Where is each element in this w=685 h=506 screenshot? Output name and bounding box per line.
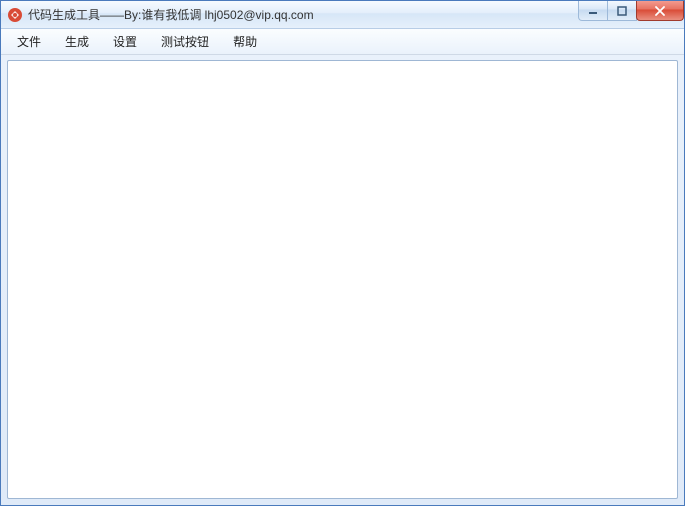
minimize-button[interactable] [578,1,608,21]
window-title: 代码生成工具——By:谁有我低调 lhj0502@vip.qq.com [28,6,314,23]
client-area [1,55,684,505]
close-icon [654,6,666,16]
app-icon [7,7,23,23]
menu-generate[interactable]: 生成 [53,29,101,54]
close-button[interactable] [636,1,684,21]
app-window: 代码生成工具——By:谁有我低调 lhj0502@vip.qq.com 文件 生… [0,0,685,506]
window-controls [579,1,684,21]
menu-settings[interactable]: 设置 [101,29,149,54]
maximize-icon [617,6,627,16]
minimize-icon [588,6,598,16]
titlebar[interactable]: 代码生成工具——By:谁有我低调 lhj0502@vip.qq.com [1,1,684,29]
menu-help[interactable]: 帮助 [221,29,269,54]
maximize-button[interactable] [607,1,637,21]
menu-file[interactable]: 文件 [5,29,53,54]
content-panel [7,60,678,499]
menubar: 文件 生成 设置 测试按钮 帮助 [1,29,684,55]
menu-test-button[interactable]: 测试按钮 [149,29,221,54]
